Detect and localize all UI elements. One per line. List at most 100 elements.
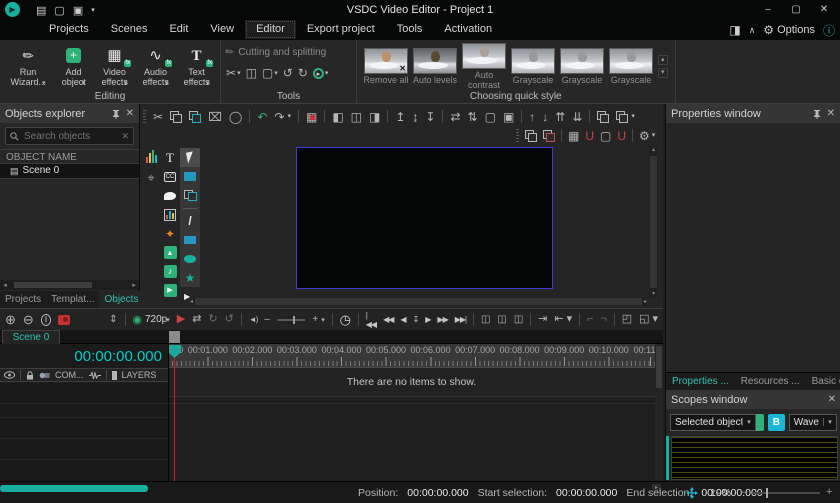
sep[interactable]	[297, 110, 299, 123]
bring-front[interactable]: ⇈	[555, 111, 565, 123]
align-left[interactable]: ◧	[332, 111, 343, 123]
sep[interactable]	[442, 110, 444, 123]
frame-view-a[interactable]: ◫	[481, 314, 490, 325]
loop[interactable]: ↻	[208, 314, 217, 325]
maximize-button[interactable]: ▢	[782, 0, 810, 20]
track-column-icon[interactable]	[111, 370, 117, 380]
pause-icon[interactable]: ∥	[40, 313, 52, 326]
set-position[interactable]: ↧	[413, 315, 420, 324]
pin-icon[interactable]	[813, 109, 821, 119]
select-tool[interactable]	[180, 148, 200, 167]
reset-preview[interactable]: ↺	[225, 314, 234, 325]
fit-horizontal[interactable]: ⇄	[450, 111, 460, 123]
preview-v-scrollbar[interactable]: ▴ ▾	[649, 146, 658, 298]
sep[interactable]	[521, 110, 523, 123]
menu-item[interactable]: Edit	[158, 20, 199, 39]
waveform-icon[interactable]	[88, 370, 101, 380]
fast-forward[interactable]: ▶▶	[437, 315, 448, 324]
preview-quality-dropdown[interactable]: ◉ 720p ▾	[132, 313, 169, 326]
collapse-tracks[interactable]: ◱	[639, 314, 649, 325]
frame-view-b[interactable]: ◫	[497, 314, 506, 325]
right-panel-tab[interactable]: Properties ...	[666, 373, 735, 390]
collapse-ribbon-icon[interactable]: ∧	[749, 25, 756, 36]
menu-item[interactable]: View	[199, 20, 245, 39]
info-icon[interactable]: ⓘ	[823, 22, 835, 39]
play-preview[interactable]: ▶	[177, 314, 185, 325]
delete[interactable]: ⌧	[208, 111, 222, 123]
quick-style-item[interactable]: Grayscale	[607, 48, 655, 85]
quick-style-item[interactable]: Auto levels	[411, 48, 459, 85]
scroll-left-icon[interactable]: ◂	[0, 281, 10, 289]
rotate-cw[interactable]: ↻	[298, 67, 308, 79]
close-button[interactable]: ✕	[810, 0, 838, 20]
blue-channel-button[interactable]: B	[767, 413, 785, 431]
undo[interactable]: ↶	[257, 111, 267, 123]
playhead-grip[interactable]	[169, 331, 180, 343]
align-center[interactable]: ◫	[351, 111, 362, 123]
group-menu[interactable]: ▾	[631, 113, 635, 120]
right-panel-tab[interactable]: Resources ...	[735, 373, 806, 390]
expand-tracks[interactable]: ◰	[622, 314, 632, 325]
explorer-tab[interactable]: Templat...	[46, 291, 99, 308]
cut[interactable]: ✂	[226, 67, 236, 79]
menu-item[interactable]: Editor	[245, 20, 296, 39]
cut[interactable]: ✂	[153, 111, 163, 123]
clear-search-icon[interactable]: ✕	[121, 131, 129, 142]
open-project-icon[interactable]: ▣	[73, 4, 83, 17]
same-size[interactable]: ▢	[485, 111, 496, 123]
sep[interactable]	[589, 110, 591, 123]
selection-end[interactable]: ⇤	[554, 314, 563, 325]
scene-tab[interactable]: Scene 0	[2, 330, 60, 344]
save-project-icon[interactable]: ▤	[36, 4, 46, 17]
go-end[interactable]: ▶▶|	[455, 315, 467, 324]
line-tool[interactable]: /	[180, 211, 200, 230]
chart-tool[interactable]	[160, 205, 180, 224]
layer-back[interactable]	[543, 129, 555, 142]
show-grid[interactable]: ▦	[568, 130, 579, 142]
sep[interactable]	[324, 110, 326, 123]
quick-style-scroll-up-icon[interactable]: ▴	[658, 55, 668, 65]
zoom-slider[interactable]	[752, 492, 820, 494]
audio-effects-button[interactable]: ∿ fx Audio effects▾	[137, 45, 174, 89]
timeline-v-scrollbar[interactable]	[655, 344, 663, 481]
redo[interactable]: ↷	[274, 111, 284, 123]
menu-item[interactable]: Tools	[386, 20, 434, 39]
text-effects-button[interactable]: Tfx Text effects▾	[178, 45, 215, 89]
crop-menu[interactable]: ▾	[274, 70, 278, 77]
view-settings-menu[interactable]: ▾	[652, 132, 656, 139]
go-start[interactable]: |◀◀	[366, 311, 377, 329]
redo-menu[interactable]: ▾	[287, 113, 291, 120]
paste[interactable]	[189, 110, 202, 123]
tracks-menu[interactable]: ▾	[653, 314, 659, 325]
trim-end[interactable]: ¬	[600, 314, 606, 325]
sep[interactable]	[249, 110, 251, 123]
snap-grid[interactable]: ▦	[306, 111, 317, 123]
speed[interactable]: ▸	[312, 67, 324, 79]
timeline-zoom-out-icon[interactable]: ⊖	[23, 313, 34, 326]
sep[interactable]	[561, 129, 562, 142]
move-down[interactable]: ↓	[542, 111, 548, 123]
quick-access-menu-icon[interactable]: ▾	[91, 6, 95, 14]
zoom-in-icon[interactable]: +	[826, 486, 832, 498]
scope-mode-dropdown[interactable]: Wave ▾	[788, 413, 837, 431]
clock-icon[interactable]: ◷	[340, 313, 351, 326]
tooltip-tool[interactable]	[160, 186, 180, 205]
range-menu[interactable]: ▾	[567, 314, 573, 325]
preview-h-scrollbar[interactable]: ◂ ▸	[190, 297, 647, 306]
next-frame[interactable]: ▶	[425, 315, 431, 324]
view-settings[interactable]: ⚙	[639, 130, 650, 142]
sep[interactable]	[387, 110, 389, 123]
new-project-icon[interactable]: ▢	[54, 4, 64, 17]
image-tool[interactable]: ▲	[160, 243, 180, 262]
align-top[interactable]: ↥	[395, 111, 405, 123]
run-wizard-button[interactable]: ✎ Run Wizard...▾	[5, 45, 51, 89]
lock-icon[interactable]	[26, 370, 34, 380]
close-properties-icon[interactable]: ✕	[827, 108, 835, 119]
scroll-right-icon[interactable]: ▸	[129, 281, 139, 289]
video-effects-button[interactable]: ▦ fx Video effects▾	[96, 45, 133, 89]
align-middle[interactable]: ↨	[412, 111, 418, 123]
align-bottom[interactable]: ↧	[425, 111, 435, 123]
copy[interactable]	[170, 110, 183, 123]
trim-start[interactable]: ⌐	[587, 314, 593, 325]
record-icon[interactable]	[58, 314, 70, 325]
